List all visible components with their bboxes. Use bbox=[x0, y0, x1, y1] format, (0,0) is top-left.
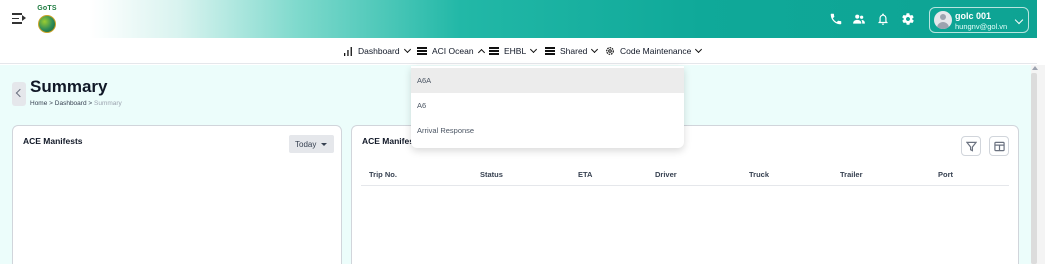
logo-text: GoTS bbox=[37, 5, 57, 12]
nav-code-maintenance[interactable]: Code Maintenance bbox=[605, 44, 703, 58]
nav-dashboard[interactable]: Dashboard bbox=[343, 44, 411, 58]
caret-down-icon bbox=[321, 142, 328, 146]
avatar bbox=[934, 11, 952, 29]
table-header-divider bbox=[361, 185, 1009, 186]
breadcrumb-home[interactable]: Home bbox=[30, 100, 47, 107]
nav-aci-ocean-label: ACI Ocean bbox=[432, 46, 474, 56]
ace-manifests-card: ACE Manifests Today bbox=[12, 125, 342, 264]
nav-code-maintenance-label: Code Maintenance bbox=[620, 46, 692, 56]
filter-icon bbox=[965, 141, 977, 152]
globe-icon bbox=[38, 15, 56, 33]
card-title: ACE Manifests bbox=[23, 136, 83, 146]
column-header-port[interactable]: Port bbox=[938, 170, 953, 179]
menu-lines-icon bbox=[489, 46, 499, 57]
nav-dashboard-label: Dashboard bbox=[358, 46, 400, 56]
menu-lines-icon bbox=[545, 46, 555, 57]
bell-icon[interactable] bbox=[876, 12, 890, 26]
column-header-driver[interactable]: Driver bbox=[655, 170, 677, 179]
columns-button[interactable] bbox=[989, 136, 1009, 156]
nav-ehbl[interactable]: EHBL bbox=[489, 44, 538, 58]
chevron-down-icon bbox=[403, 45, 411, 54]
menu-item-a6[interactable]: A6 bbox=[411, 93, 684, 118]
gear-outline-icon bbox=[606, 47, 614, 55]
menu-toggle-icon[interactable] bbox=[12, 13, 26, 25]
page-title: Summary bbox=[30, 77, 108, 96]
filter-button[interactable] bbox=[961, 136, 981, 156]
chevron-down-icon bbox=[591, 45, 599, 54]
chevron-down-icon bbox=[695, 45, 703, 54]
user-email: hungnv@gol.vn bbox=[955, 22, 1008, 31]
scroll-up-arrow-icon[interactable] bbox=[1032, 66, 1038, 70]
scrollbar-thumb[interactable] bbox=[1031, 73, 1037, 264]
date-filter-dropdown[interactable]: Today bbox=[289, 135, 334, 153]
column-header-status[interactable]: Status bbox=[480, 170, 503, 179]
nav-shared-label: Shared bbox=[560, 46, 588, 56]
chevron-down-icon bbox=[530, 45, 538, 54]
main-nav: Dashboard ACI Ocean EHBL Shared Code Mai… bbox=[0, 38, 1037, 64]
nav-ehbl-label: EHBL bbox=[504, 46, 527, 56]
date-filter-value: Today bbox=[295, 139, 317, 149]
user-menu-button[interactable]: golc 001 hungnv@gol.vn bbox=[929, 7, 1029, 33]
nav-shared[interactable]: Shared bbox=[545, 44, 599, 58]
breadcrumb-current: Summary bbox=[94, 100, 122, 107]
chevron-up-icon bbox=[477, 48, 485, 57]
column-header-trailer[interactable]: Trailer bbox=[840, 170, 863, 179]
aci-ocean-dropdown-menu: A6A A6 Arrival Response bbox=[411, 66, 684, 148]
menu-lines-icon bbox=[417, 46, 427, 57]
chevron-down-icon bbox=[1014, 15, 1024, 25]
gear-icon[interactable] bbox=[901, 12, 915, 26]
app-logo[interactable]: GoTS bbox=[34, 5, 60, 37]
table-columns-icon bbox=[993, 141, 1005, 151]
user-name: golc 001 bbox=[955, 11, 992, 21]
breadcrumb-dashboard[interactable]: Dashboard bbox=[55, 100, 87, 107]
column-header-truck[interactable]: Truck bbox=[749, 170, 769, 179]
column-header-eta[interactable]: ETA bbox=[578, 170, 592, 179]
nav-aci-ocean[interactable]: ACI Ocean bbox=[417, 44, 485, 58]
menu-item-arrival-response[interactable]: Arrival Response bbox=[411, 118, 684, 143]
menu-item-a6a[interactable]: A6A bbox=[411, 68, 684, 93]
bar-chart-icon bbox=[344, 47, 352, 56]
back-button[interactable] bbox=[12, 82, 26, 106]
users-icon[interactable] bbox=[852, 12, 866, 26]
column-header-trip-no[interactable]: Trip No. bbox=[369, 170, 397, 179]
top-header: GoTS golc 001 hungnv@gol.vn bbox=[0, 0, 1037, 38]
breadcrumb: Home > Dashboard > Summary bbox=[30, 100, 122, 107]
phone-icon[interactable] bbox=[829, 12, 843, 26]
